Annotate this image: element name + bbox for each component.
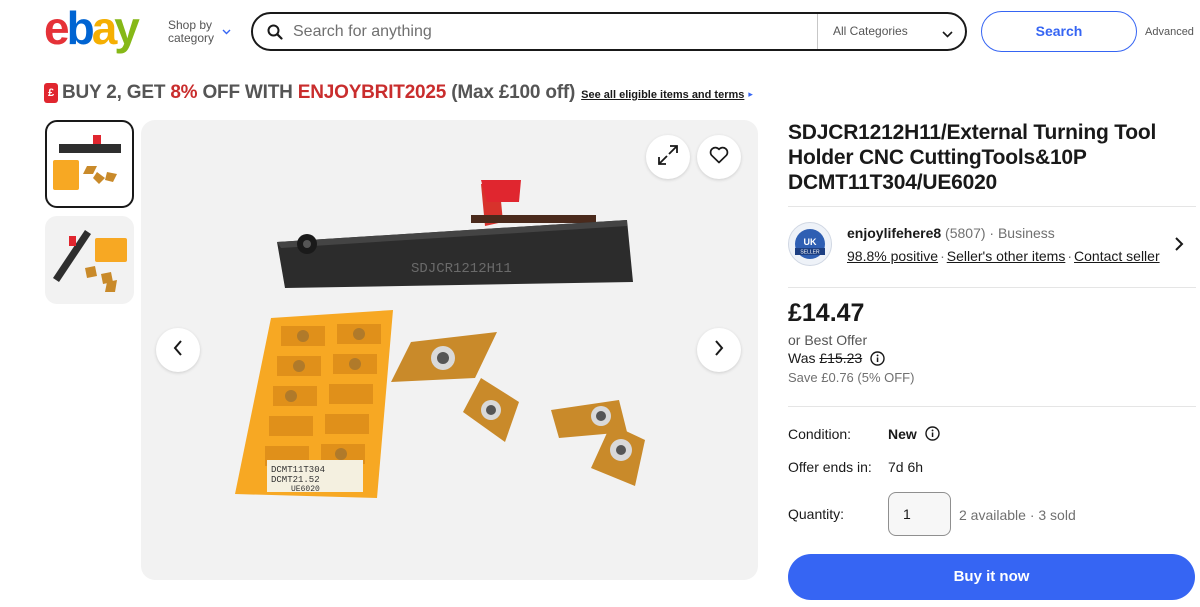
promo-banner: £ BUY 2, GET 8% OFF WITH ENJOYBRIT2025 (M… xyxy=(44,82,753,110)
promo-part1: BUY 2, GET xyxy=(62,82,171,103)
shop-by-category[interactable]: Shop by category xyxy=(168,19,231,45)
info-icon[interactable] xyxy=(925,426,940,446)
seller-feedback-count: (5807) xyxy=(945,225,986,241)
promo-part3: (Max £100 off) xyxy=(446,82,576,103)
chevron-right-icon xyxy=(713,339,725,362)
price: £14.47 xyxy=(788,299,865,327)
arrow-right-icon: ▸ xyxy=(748,89,753,99)
promo-text: BUY 2, GET 8% OFF WITH ENJOYBRIT2025 (Ma… xyxy=(62,82,575,104)
divider xyxy=(788,206,1196,207)
thumbnail-2[interactable] xyxy=(45,216,134,304)
separator: · xyxy=(1067,248,1073,264)
previous-image-button[interactable] xyxy=(156,328,200,372)
chevron-down-icon xyxy=(222,25,231,38)
chevron-left-icon xyxy=(172,339,184,362)
search-divider xyxy=(817,14,818,49)
offer-ends-label: Offer ends in: xyxy=(788,459,872,475)
was-label: Was xyxy=(788,350,820,366)
seller-info: enjoylifehere8 (5807) · Business xyxy=(847,225,1055,241)
item-title: SDJCR1212H11/External Turning Tool Holde… xyxy=(788,121,1157,194)
was-price-row: Was £15.23 xyxy=(788,350,885,369)
seller-name[interactable]: enjoylifehere8 xyxy=(847,225,941,241)
thumbnail-1[interactable] xyxy=(45,120,134,208)
advanced-search-link[interactable]: Advanced xyxy=(1145,26,1194,38)
buy-it-now-button[interactable]: Buy it now xyxy=(788,554,1195,600)
badge-subtext: SELLER xyxy=(800,250,820,256)
quantity-input[interactable] xyxy=(888,492,951,536)
category-select[interactable]: All Categories xyxy=(833,24,963,42)
search-bar: All Categories xyxy=(251,12,967,51)
best-offer-text: or Best Offer xyxy=(788,332,868,348)
offer-ends-value: 7d 6h xyxy=(888,459,924,475)
savings-text: Save £0.76 (5% OFF) xyxy=(788,370,915,385)
main-product-image[interactable]: SDJCR1212H11 DCMT11T304 DCMT21.52 UE6020 xyxy=(141,120,758,580)
availability-text: 2 available · 3 sold xyxy=(959,507,1076,523)
expand-icon xyxy=(657,144,679,171)
seller-other-items-link[interactable]: Seller's other items xyxy=(947,248,1066,264)
uk-seller-badge: UK SELLER xyxy=(788,222,832,266)
condition-label: Condition: xyxy=(788,426,852,442)
search-input[interactable] xyxy=(293,20,793,44)
seller-feedback-link[interactable]: 98.8% positive xyxy=(847,248,938,264)
badge-text: UK xyxy=(804,237,817,247)
separator: · xyxy=(940,248,945,264)
next-image-button[interactable] xyxy=(697,328,741,372)
info-icon[interactable] xyxy=(870,351,885,369)
tray-label-2: DCMT21.52 xyxy=(271,475,320,485)
shop-by-line2: category xyxy=(168,31,215,45)
chevron-right-icon[interactable] xyxy=(1174,236,1184,257)
divider xyxy=(788,406,1196,407)
tool-engraving: SDJCR1212H11 xyxy=(411,261,512,277)
svg-text:ebay: ebay xyxy=(44,6,140,54)
promo-code: ENJOYBRIT2025 xyxy=(297,82,447,103)
watchlist-button[interactable] xyxy=(697,135,741,179)
category-select-label: All Categories xyxy=(833,24,908,38)
seller-links: 98.8% positive · Seller's other items · Cont… xyxy=(847,248,1160,264)
chevron-down-icon xyxy=(942,27,953,41)
condition-value: New xyxy=(888,426,917,442)
search-icon xyxy=(267,24,283,45)
search-button[interactable]: Search xyxy=(981,11,1137,52)
promo-tag-icon: £ xyxy=(44,83,58,103)
promo-percent: 8% xyxy=(170,82,198,103)
quantity-label: Quantity: xyxy=(788,506,845,522)
tray-label-3: UE6020 xyxy=(291,485,320,494)
ebay-logo[interactable]: ebay xyxy=(44,2,156,54)
contact-seller-link[interactable]: Contact seller xyxy=(1074,248,1160,264)
expand-image-button[interactable] xyxy=(646,135,690,179)
divider xyxy=(788,287,1196,288)
see-eligible-items-link[interactable]: See all eligible items and terms xyxy=(581,89,744,101)
seller-type: · Business xyxy=(989,225,1055,241)
promo-part2: OFF WITH xyxy=(197,82,298,103)
was-price: £15.23 xyxy=(819,350,863,366)
heart-icon xyxy=(709,146,729,169)
tray-label-1: DCMT11T304 xyxy=(271,465,325,475)
